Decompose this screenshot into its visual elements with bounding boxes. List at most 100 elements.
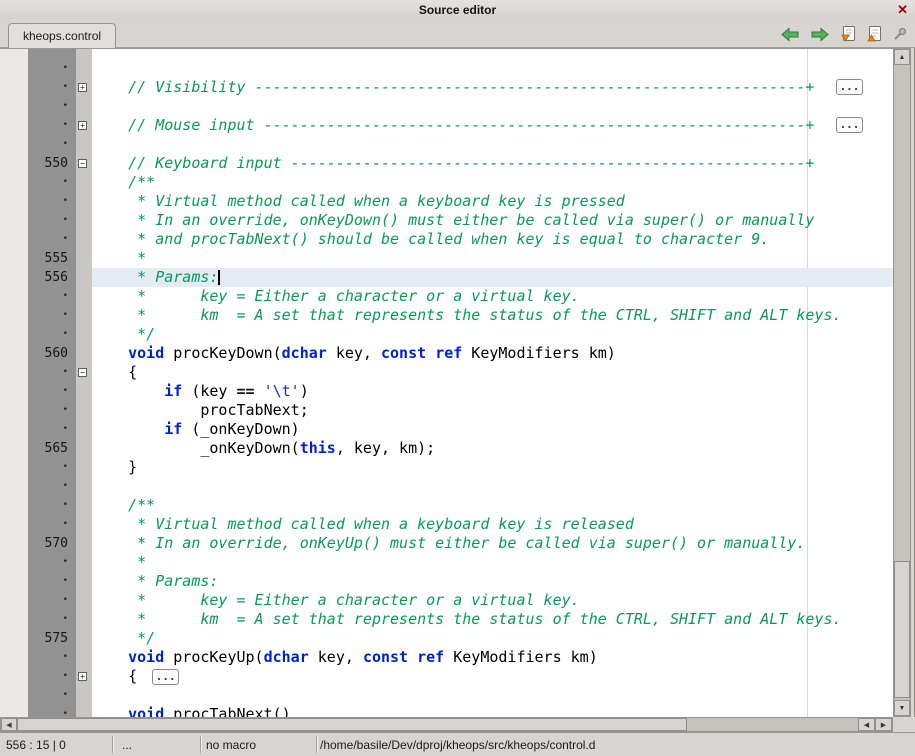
scroll-up-icon[interactable]: ▲	[894, 49, 910, 65]
scroll-left-icon-2[interactable]: ◀	[858, 718, 875, 731]
fold-column	[76, 306, 92, 325]
code-line[interactable]: •+ // Visibility -----------------------…	[0, 78, 893, 97]
code-line[interactable]: • procTabNext;	[0, 401, 893, 420]
code-text: * key = Either a character or a virtual …	[92, 591, 893, 610]
code-line[interactable]: 556 * Params:	[0, 268, 893, 287]
code-line[interactable]: • void procTabNext()	[0, 705, 893, 717]
code-line[interactable]: • *	[0, 553, 893, 572]
fold-toggle-icon[interactable]: +	[78, 672, 87, 681]
line-number: •	[0, 135, 76, 154]
code-line[interactable]: 575 */	[0, 629, 893, 648]
horizontal-scrollbar[interactable]: ◀ ◀ ▶	[0, 717, 893, 732]
code-line[interactable]: 570 * In an override, onKeyUp() must eit…	[0, 534, 893, 553]
code-line[interactable]: 560 void procKeyDown(dchar key, const re…	[0, 344, 893, 363]
folded-code-ellipsis[interactable]: ...	[836, 117, 863, 133]
fold-column	[76, 553, 92, 572]
line-number: •	[0, 705, 76, 717]
tab-kheops-control[interactable]: kheops.control	[8, 23, 116, 48]
code-line[interactable]: • * key = Either a character or a virtua…	[0, 287, 893, 306]
fold-column	[76, 686, 92, 705]
fold-column: +	[76, 78, 92, 97]
code-text: {	[92, 363, 893, 382]
code-line[interactable]: • * km = A set that represents the statu…	[0, 610, 893, 629]
code-line[interactable]: • * and procTabNext() should be called w…	[0, 230, 893, 249]
code-line[interactable]: • * Virtual method called when a keyboar…	[0, 192, 893, 211]
line-number: •	[0, 97, 76, 116]
code-text: if (_onKeyDown)	[92, 420, 893, 439]
code-text: * and procTabNext() should be called whe…	[92, 230, 893, 249]
line-number: •	[0, 78, 76, 97]
fold-column	[76, 439, 92, 458]
folded-code-ellipsis[interactable]: ...	[152, 669, 179, 685]
fold-toggle-icon[interactable]: +	[78, 121, 87, 130]
fold-column	[76, 287, 92, 306]
code-line[interactable]: • */	[0, 325, 893, 344]
fold-column	[76, 97, 92, 116]
fold-toggle-icon[interactable]: −	[78, 159, 87, 168]
line-number: •	[0, 572, 76, 591]
scroll-down-icon[interactable]: ▼	[894, 700, 910, 716]
fold-column: +	[76, 116, 92, 135]
fold-column	[76, 135, 92, 154]
folded-code-ellipsis[interactable]: ...	[836, 79, 863, 95]
vertical-scrollbar-thumb[interactable]	[894, 561, 910, 698]
code-line[interactable]: • * Params:	[0, 572, 893, 591]
load-document-list-button[interactable]	[866, 26, 882, 42]
code-text: * In an override, onKeyDown() must eithe…	[92, 211, 893, 230]
code-line[interactable]: • if (key == '\t')	[0, 382, 893, 401]
fold-column	[76, 610, 92, 629]
line-number: •	[0, 192, 76, 211]
code-line[interactable]: •	[0, 686, 893, 705]
fold-column	[76, 59, 92, 78]
line-number: •	[0, 458, 76, 477]
code-line[interactable]: • * km = A set that represents the statu…	[0, 306, 893, 325]
code-line[interactable]: • /**	[0, 496, 893, 515]
code-text: * In an override, onKeyUp() must either …	[92, 534, 893, 553]
status-macro-state: no macro	[202, 738, 316, 752]
code-line[interactable]: 550− // Keyboard input -----------------…	[0, 154, 893, 173]
code-line[interactable]: • if (_onKeyDown)	[0, 420, 893, 439]
go-forward-button[interactable]	[810, 27, 830, 42]
fold-column	[76, 515, 92, 534]
code-editor[interactable]: ••+ // Visibility ----------------------…	[0, 48, 893, 717]
code-text: * Virtual method called when a keyboard …	[92, 515, 893, 534]
code-line[interactable]: 555 *	[0, 249, 893, 268]
fold-toggle-icon[interactable]: −	[78, 368, 87, 377]
code-line[interactable]: •− {	[0, 363, 893, 382]
vertical-scrollbar[interactable]: ▲ ▼	[893, 48, 911, 717]
code-text: * Params:	[92, 572, 893, 591]
code-text: if (key == '\t')	[92, 382, 893, 401]
code-line[interactable]: •	[0, 59, 893, 78]
fold-column	[76, 496, 92, 515]
scroll-right-icon[interactable]: ▶	[875, 718, 892, 731]
code-line[interactable]: • * Virtual method called when a keyboar…	[0, 515, 893, 534]
code-text: }	[92, 458, 893, 477]
close-window-icon[interactable]: ✕	[897, 2, 908, 18]
code-text: /**	[92, 173, 893, 192]
code-text: // Visibility --------------------------…	[92, 78, 893, 97]
code-line[interactable]: • }	[0, 458, 893, 477]
fold-column	[76, 705, 92, 717]
go-back-button[interactable]	[780, 27, 800, 42]
fold-toggle-icon[interactable]: +	[78, 83, 87, 92]
fold-column: +	[76, 667, 92, 686]
code-line[interactable]: 565 _onKeyDown(this, key, km);	[0, 439, 893, 458]
scroll-left-icon[interactable]: ◀	[1, 718, 17, 731]
status-pending: ...	[114, 738, 200, 752]
code-line[interactable]: •	[0, 97, 893, 116]
window-titlebar[interactable]: Source editor ✕	[0, 0, 915, 20]
save-document-list-button[interactable]	[840, 26, 856, 42]
code-line[interactable]: • * In an override, onKeyDown() must eit…	[0, 211, 893, 230]
fold-column	[76, 173, 92, 192]
code-line[interactable]: •+ { ...	[0, 667, 893, 686]
line-number: •	[0, 496, 76, 515]
code-line[interactable]: •+ // Mouse input ----------------------…	[0, 116, 893, 135]
pin-button[interactable]	[892, 27, 907, 42]
horizontal-scrollbar-thumb[interactable]	[17, 718, 687, 731]
code-line[interactable]: •	[0, 477, 893, 496]
scrollbar-corner	[893, 717, 915, 732]
code-line[interactable]: • void procKeyUp(dchar key, const ref Ke…	[0, 648, 893, 667]
code-line[interactable]: • * key = Either a character or a virtua…	[0, 591, 893, 610]
code-line[interactable]: •	[0, 135, 893, 154]
code-line[interactable]: • /**	[0, 173, 893, 192]
